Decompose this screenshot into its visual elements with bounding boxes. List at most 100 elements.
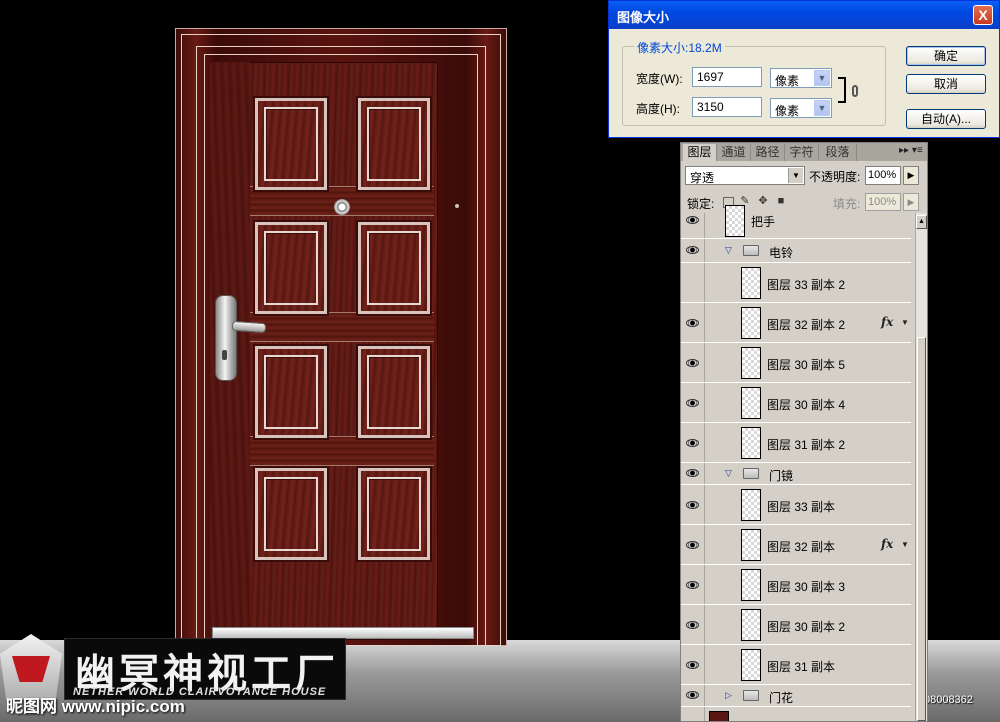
layer-name: 图层 32 副本 2	[767, 318, 846, 332]
ok-button[interactable]: 确定	[906, 46, 986, 66]
eye-icon[interactable]	[686, 501, 699, 509]
folder-icon	[743, 468, 759, 479]
chevron-right-icon[interactable]: ▷	[725, 690, 732, 701]
layer-row[interactable]: 图层 30 副本 3	[681, 565, 911, 605]
layer-group-row[interactable]: ▽ 门镜	[681, 463, 911, 485]
visibility-cell[interactable]	[681, 645, 705, 684]
tab-layers[interactable]: 图层	[683, 144, 717, 161]
height-label: 高度(H):	[636, 102, 680, 116]
folder-icon	[743, 690, 759, 701]
layer-row[interactable]: 把手	[681, 205, 911, 239]
visibility-cell[interactable]	[681, 485, 705, 524]
layer-row[interactable]: 图层 31 副本 2	[681, 423, 911, 463]
layer-thumbnail	[741, 347, 761, 379]
eye-icon[interactable]	[686, 216, 699, 224]
layer-group-name: 门花	[769, 691, 794, 705]
layer-name: 图层 31 副本 2	[767, 438, 846, 452]
visibility-cell[interactable]	[681, 343, 705, 382]
layer-name: 图层 31 副本	[767, 660, 836, 674]
eye-icon[interactable]	[686, 246, 699, 254]
fill-slider-arrow-icon[interactable]: ▶	[903, 193, 919, 211]
height-unit-select[interactable]: 像素 ▼	[770, 98, 832, 118]
width-label: 宽度(W):	[636, 72, 683, 86]
layer-thumbnail	[741, 307, 761, 339]
layer-thumbnail	[709, 711, 729, 721]
width-unit-select[interactable]: 像素 ▼	[770, 68, 832, 88]
chevron-down-icon[interactable]: ▽	[725, 468, 732, 479]
layer-thumbnail	[741, 609, 761, 641]
layer-row[interactable]: 图层 30 副本 5	[681, 343, 911, 383]
visibility-cell[interactable]	[681, 463, 705, 484]
chevron-down-icon[interactable]: ▼	[814, 70, 830, 86]
opacity-input[interactable]: 100%	[865, 166, 901, 185]
visibility-cell[interactable]	[681, 565, 705, 604]
peephole-icon	[334, 199, 350, 215]
visibility-cell[interactable]	[681, 423, 705, 462]
blend-mode-select[interactable]: 穿透 ▼	[685, 166, 805, 185]
tab-channels[interactable]: 通道	[717, 144, 751, 161]
layer-row[interactable]: 图层 33 副本	[681, 485, 911, 525]
chevron-down-icon[interactable]: ▼	[788, 168, 803, 183]
tab-paragraph[interactable]: 段落	[819, 144, 857, 161]
layer-row[interactable]	[681, 707, 911, 721]
panel-menu-icon[interactable]: ▸▸ ▾≡	[899, 145, 923, 156]
layers-scrollbar[interactable]: ▲	[915, 213, 927, 721]
auto-button[interactable]: 自动(A)...	[906, 109, 986, 129]
eye-icon[interactable]	[686, 691, 699, 699]
door-panel	[356, 96, 432, 192]
layer-group-row[interactable]: ▷ 门花	[681, 685, 911, 707]
eye-icon[interactable]	[686, 359, 699, 367]
door-handle-plate	[215, 295, 237, 381]
width-unit-value: 像素	[775, 74, 800, 88]
keyhole-icon	[222, 350, 227, 360]
scroll-thumb[interactable]	[917, 337, 926, 721]
eye-icon[interactable]	[686, 469, 699, 477]
visibility-cell[interactable]	[681, 213, 705, 238]
scroll-up-icon[interactable]: ▲	[916, 215, 927, 229]
eye-icon[interactable]	[686, 439, 699, 447]
layer-row[interactable]: 图层 31 副本	[681, 645, 911, 685]
fx-icon[interactable]: fx	[881, 315, 893, 329]
eye-icon[interactable]	[686, 541, 699, 549]
layer-thumbnail	[741, 427, 761, 459]
cancel-button[interactable]: 取消	[906, 74, 986, 94]
padlock-icon[interactable]: ■	[775, 195, 787, 207]
tab-character[interactable]: 字符	[785, 144, 819, 161]
chevron-down-icon[interactable]: ▼	[901, 540, 909, 549]
layer-thumbnail	[741, 569, 761, 601]
chevron-down-icon[interactable]: ▽	[725, 245, 732, 256]
eye-icon[interactable]	[686, 621, 699, 629]
chevron-down-icon[interactable]: ▼	[814, 100, 830, 116]
layer-row[interactable]: 图层 30 副本 2	[681, 605, 911, 645]
layer-row[interactable]: 图层 30 副本 4	[681, 383, 911, 423]
visibility-cell[interactable]	[681, 303, 705, 342]
opacity-slider-arrow-icon[interactable]: ▶	[903, 166, 919, 185]
fx-icon[interactable]: fx	[881, 537, 893, 551]
tab-paths[interactable]: 路径	[751, 144, 785, 161]
chevron-down-icon[interactable]: ▼	[901, 318, 909, 327]
eye-icon[interactable]	[686, 319, 699, 327]
eye-icon[interactable]	[686, 581, 699, 589]
fill-input[interactable]: 100%	[865, 193, 901, 211]
visibility-cell[interactable]	[681, 525, 705, 564]
visibility-cell[interactable]	[681, 383, 705, 422]
layer-row[interactable]: 图层 32 副本 fx ▼	[681, 525, 911, 565]
dialog-titlebar[interactable]: 图像大小 X	[609, 1, 999, 29]
visibility-cell[interactable]	[681, 239, 705, 262]
eye-icon[interactable]	[686, 399, 699, 407]
opacity-label: 不透明度:	[809, 170, 861, 184]
layer-group-row[interactable]: ▽ 电铃	[681, 239, 911, 263]
eye-icon[interactable]	[686, 661, 699, 669]
layer-row[interactable]: 图层 33 副本 2	[681, 263, 911, 303]
visibility-cell[interactable]	[681, 685, 705, 706]
door-rail-2	[250, 312, 434, 342]
visibility-cell[interactable]	[681, 605, 705, 644]
move-lock-icon[interactable]: ✥	[757, 195, 769, 207]
width-input[interactable]	[692, 67, 762, 87]
close-button[interactable]: X	[973, 5, 993, 25]
layer-row[interactable]: 图层 32 副本 2 fx ▼	[681, 303, 911, 343]
lock-label: 锁定:	[687, 197, 715, 211]
layer-thumbnail	[725, 205, 745, 237]
height-input[interactable]	[692, 97, 762, 117]
blend-mode-value: 穿透	[690, 171, 715, 185]
